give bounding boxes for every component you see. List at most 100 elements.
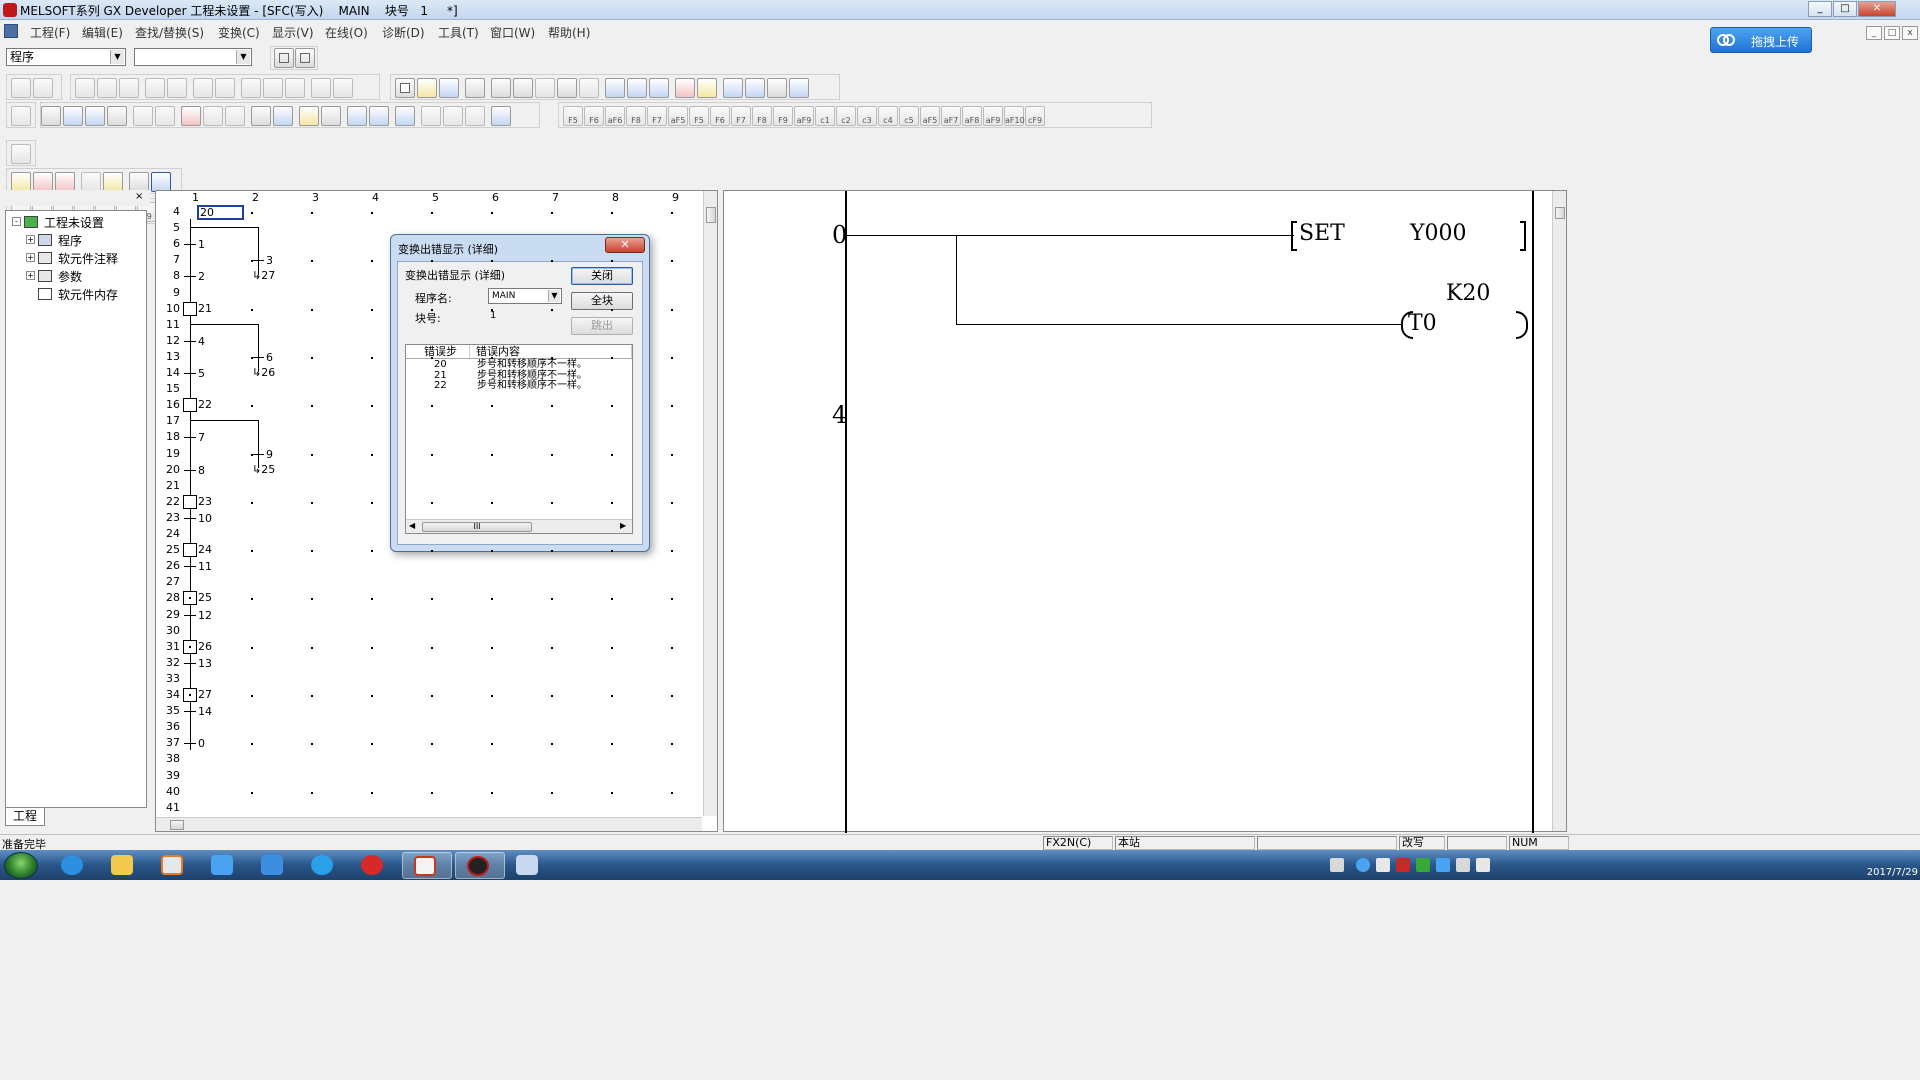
all-blocks-button[interactable]: 全块 — [571, 292, 633, 310]
find-step-icon[interactable] — [119, 78, 139, 98]
jump-button[interactable]: 跳出 — [571, 317, 633, 335]
sfc-step-icon[interactable] — [11, 172, 31, 192]
coil-icon[interactable] — [285, 78, 305, 98]
redo-icon[interactable] — [579, 78, 599, 98]
timer-constant[interactable]: K20 — [1446, 281, 1490, 306]
column-header-error-step[interactable]: 错误步 — [406, 345, 470, 359]
display-icon[interactable] — [1456, 858, 1470, 872]
sfc-transition-bar[interactable] — [184, 469, 196, 471]
sfc-delete-row-icon[interactable] — [443, 106, 463, 126]
sfc-step-box[interactable] — [183, 398, 197, 413]
sfc-settings-icon[interactable] — [81, 172, 101, 192]
taskbar-explorer[interactable] — [100, 852, 144, 879]
menu-edit[interactable]: 编辑(E) — [82, 24, 123, 41]
sfc-key-button[interactable]: aF9 — [983, 106, 1003, 126]
sfc-transition-bar[interactable] — [184, 437, 196, 439]
error-list-hscrollbar[interactable]: ◀ III ▶ — [406, 519, 632, 533]
sfc-key-button[interactable]: F7 — [647, 106, 667, 126]
sfc-step-box[interactable] — [183, 494, 197, 509]
monitor-icon[interactable] — [789, 78, 809, 98]
app-icon[interactable] — [3, 3, 17, 17]
sfc-transition-bar[interactable] — [184, 566, 196, 568]
menu-help[interactable]: 帮助(H) — [548, 24, 590, 41]
program-list-icon[interactable] — [274, 48, 294, 68]
sfc-key-button[interactable]: c5 — [899, 106, 919, 126]
sfc-key-button[interactable]: c2 — [836, 106, 856, 126]
sfc-key-button[interactable]: aF5 — [668, 106, 688, 126]
sfc-key-button[interactable]: aF10 — [1004, 106, 1025, 126]
taskbar-paint[interactable] — [505, 852, 549, 879]
block-combo[interactable]: ▼ — [134, 48, 252, 66]
expand-icon[interactable]: + — [26, 271, 35, 280]
sfc-transition-bar[interactable] — [184, 743, 196, 745]
sfc-diagram-icon[interactable] — [11, 144, 31, 164]
sfc-key-button[interactable]: F6 — [584, 106, 604, 126]
undo-icon[interactable] — [557, 78, 577, 98]
sfc-selected-cell[interactable]: 20 — [197, 205, 244, 220]
taskbar-gx-developer[interactable] — [455, 852, 505, 879]
sfc-program-icon[interactable] — [33, 172, 53, 192]
mdi-close-button[interactable]: x — [1902, 26, 1918, 40]
search-icon[interactable] — [273, 106, 293, 126]
network-icon[interactable] — [1436, 858, 1450, 872]
error-step[interactable]: 21 — [434, 370, 447, 381]
volume-icon[interactable] — [1476, 858, 1490, 872]
contact-close-icon[interactable] — [263, 78, 283, 98]
comment-icon[interactable] — [133, 106, 153, 126]
comment-edit-icon[interactable] — [311, 78, 331, 98]
sfc-transition-bar[interactable] — [184, 614, 196, 616]
taskbar-gx-works[interactable] — [402, 852, 452, 879]
mdi-restore-button[interactable]: □ — [1884, 26, 1900, 40]
sfc-hscroll-thumb[interactable] — [170, 820, 184, 830]
dialog-close-button[interactable]: 关闭 — [571, 267, 633, 285]
menu-window[interactable]: 窗口(W) — [490, 24, 535, 41]
dialog-close-icon[interactable]: ✕ — [605, 237, 645, 253]
minimize-button[interactable]: _ — [1808, 1, 1832, 17]
set-instruction[interactable]: SET — [1299, 221, 1345, 246]
data-type-combo[interactable]: 程序 ▼ — [6, 48, 126, 66]
tree-item-device-comment[interactable]: 软元件注释 — [58, 250, 118, 267]
taskbar-app[interactable] — [300, 852, 344, 879]
sfc-transfer-icon[interactable] — [55, 172, 75, 192]
sfc-find-icon[interactable] — [395, 106, 415, 126]
tree-item-parameter[interactable]: 参数 — [58, 268, 82, 285]
new-file-icon[interactable] — [395, 78, 415, 98]
error-step[interactable]: 20 — [434, 360, 447, 370]
scroll-right-arrow-icon[interactable]: ▶ — [620, 521, 626, 530]
sfc-zoom-icon[interactable] — [85, 106, 105, 126]
print-icon[interactable] — [465, 78, 485, 98]
sfc-key-button[interactable]: cF9 — [1025, 106, 1045, 126]
find-device-icon[interactable] — [75, 78, 95, 98]
find-instruction-icon[interactable] — [97, 78, 117, 98]
sfc-key-button[interactable]: c1 — [815, 106, 835, 126]
expand-icon[interactable]: + — [26, 253, 35, 262]
sfc-transition-bar[interactable] — [184, 711, 196, 713]
start-button[interactable] — [4, 852, 38, 879]
ladder-vscroll-thumb[interactable] — [1555, 207, 1565, 219]
paste-icon[interactable] — [535, 78, 555, 98]
sfc-vertical-scrollbar[interactable] — [703, 191, 717, 816]
sfc-transition-bar[interactable] — [184, 244, 196, 246]
sfc-key-button[interactable]: c4 — [878, 106, 898, 126]
list-icon[interactable] — [251, 106, 271, 126]
cut-icon[interactable] — [491, 78, 511, 98]
sfc-transition-bar[interactable] — [184, 276, 196, 278]
zoom-out-icon[interactable] — [745, 78, 765, 98]
sfc-icon[interactable] — [41, 106, 61, 126]
window-icon[interactable] — [767, 78, 787, 98]
error-list-hscroll-thumb[interactable]: III — [422, 522, 532, 532]
taskbar-player[interactable] — [350, 852, 394, 879]
shield-icon[interactable] — [1416, 858, 1430, 872]
clock[interactable]: 2017/7/29 — [1848, 853, 1918, 879]
save-icon[interactable] — [439, 78, 459, 98]
sfc-tree-mode-icon[interactable] — [151, 172, 171, 192]
sfc-key-button[interactable]: aF5 — [920, 106, 940, 126]
sfc-key-button[interactable]: c3 — [857, 106, 877, 126]
sfc-key-button[interactable]: aF6 — [605, 106, 625, 126]
plc-write-icon[interactable] — [675, 78, 695, 98]
sfc-key-button[interactable]: aF7 — [941, 106, 961, 126]
sfc-insert-row-icon[interactable] — [421, 106, 441, 126]
menu-convert[interactable]: 变换(C) — [218, 24, 260, 41]
find-replace-icon[interactable] — [649, 78, 669, 98]
sfc-display-icon[interactable] — [103, 172, 123, 192]
